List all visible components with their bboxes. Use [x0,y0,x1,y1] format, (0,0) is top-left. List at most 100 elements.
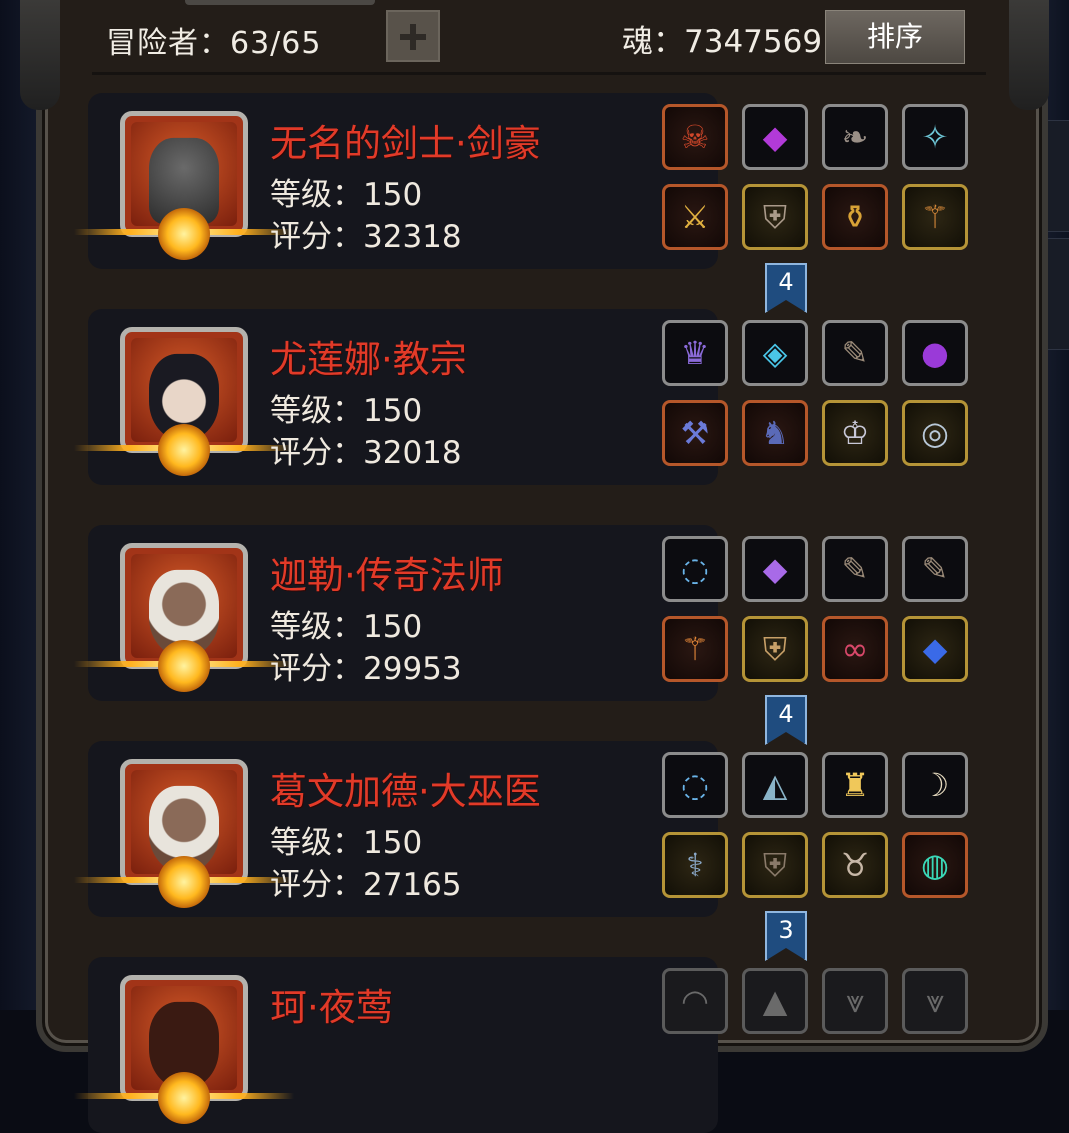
equipment-slot[interactable]: ✎ [902,536,968,602]
axe-icon: ⚒ [680,414,710,452]
equipment-slot[interactable]: ⚒ [662,400,728,466]
hero-name: 葛文加德·大巫医 [270,770,541,813]
equipment-slot[interactable]: ⛨ [742,184,808,250]
equipment-slot[interactable]: ⚱ [822,184,888,250]
star-rank-icon [158,424,210,476]
hero-portrait[interactable] [74,537,294,692]
equipment-slot[interactable]: ☠ [662,104,728,170]
equipment-slot[interactable]: ◌ [662,536,728,602]
hero-level: 等级：150 [270,177,423,213]
equipment-slot[interactable]: ☽ [902,752,968,818]
equipment-slot[interactable]: ◌ [662,752,728,818]
sword-icon: ⚔ [680,198,710,236]
hero-level: 等级：150 [270,609,423,645]
adventurer-count: 冒险者：63/65 [106,26,322,61]
equipment-slot[interactable]: ◍ [902,832,968,898]
equipment-grid: ◌ ◆ ✎ ✎ ⚚ ⛨ ∞ ◆ [662,536,972,686]
hero-portrait[interactable] [74,969,294,1124]
equipment-slot[interactable]: ◆ [742,536,808,602]
equipment-slot[interactable]: ♉ [822,832,888,898]
equipment-slot[interactable]: ⩔ [822,968,888,1034]
top-tab[interactable] [185,0,375,5]
dark-crown-icon: ♛ [680,334,710,372]
equipment-slot[interactable]: ♜ [822,752,888,818]
hero-card[interactable]: 葛文加德·大巫医等级：150 评分：27165 ◌ ◭ ♜ ☽ ⚕ ⛨ ♉ ◍ [74,741,968,917]
hero-score: 评分：32318 [270,219,462,255]
equipment-slot[interactable]: ∞ [822,616,888,682]
equipment-slot[interactable]: ✧ [902,104,968,170]
header-divider [92,72,986,75]
hero-level: 等级：150 [270,393,423,429]
hero-card[interactable]: 无名的剑士·剑豪 等级：150 评分：32318 ☠ ◆ ❧ ✧ ⚔ ⛨ ⚱ ⚚ [74,93,968,269]
bone-shard-icon: ✎ [841,550,869,588]
add-adventurer-button[interactable] [386,10,440,62]
equipment-slot[interactable]: ⛨ [742,832,808,898]
equipment-slot[interactable]: ⛨ [742,616,808,682]
serpent-staff-icon: ⚕ [686,846,704,884]
purple-orb-icon: ● [921,334,949,372]
soul-currency: 魂：7347569 [622,24,823,60]
equipment-slot[interactable]: ⚚ [902,184,968,250]
equipment-grid: ♛ ◈ ✎ ● ⚒ ♞ ♔ ◎ [662,320,972,470]
hero-score: 评分：32018 [270,435,462,471]
rock-icon: ◭ [762,766,788,804]
header-bar: 冒险者：63/65 魂：7347569 排序 [60,0,1010,72]
equipment-slot[interactable]: ❧ [822,104,888,170]
emerald-ring-icon: ◍ [921,846,949,884]
hero-card[interactable]: 迦勒·传奇法师等级：150 评分：29953 ◌ ◆ ✎ ✎ ⚚ ⛨ ∞ ◆ [74,525,968,701]
staff-icon: ⚚ [920,198,950,236]
silver-crown-icon: ♔ [840,414,870,452]
chest-armor-icon: ⛨ [762,630,788,668]
hero-portrait[interactable] [74,105,294,260]
potion-icon: ⚱ [841,198,869,236]
equipment-slot[interactable]: ✎ [822,536,888,602]
equipment-slot[interactable]: ● [902,320,968,386]
leather-armor-icon: ⛨ [762,846,788,884]
hero-level: 等级：150 [270,825,423,861]
lantern-icon: ♜ [840,766,870,804]
serpent-amulet-icon: ∞ [841,630,869,668]
empty-slot-icon: ◠ [681,982,709,1020]
empty-slot-icon: ▲ [762,982,788,1020]
equipment-slot[interactable]: ⚚ [662,616,728,682]
equipment-grid: ◠ ▲ ⩔ ⩔ [662,968,972,1118]
equipment-slot[interactable]: ♞ [742,400,808,466]
equipment-slot[interactable]: ◠ [662,968,728,1034]
amulet-icon: ✧ [921,118,949,156]
horn-icon: ☽ [920,766,950,804]
feather-icon: ❧ [841,118,869,156]
hero-score: 评分：27165 [270,867,462,903]
chest-armor-icon: ⛨ [762,198,788,236]
equipment-slot[interactable]: ◆ [902,616,968,682]
equipment-slot[interactable]: ⩔ [902,968,968,1034]
equipment-slot[interactable]: ▲ [742,968,808,1034]
equipment-slot[interactable]: ◆ [742,104,808,170]
equipment-slot[interactable]: ♛ [662,320,728,386]
purple-gem-icon: ◆ [762,550,788,588]
background-left [0,0,40,1010]
hero-card[interactable]: 尤莲娜·教宗 等级：150 评分：32018 ♛ ◈ ✎ ● ⚒ ♞ ♔ ◎ [74,309,968,485]
sort-button[interactable]: 排序 [825,10,965,64]
hero-card[interactable]: 珂·夜莺 ◠ ▲ ⩔ ⩔ [74,957,968,1133]
horned-charm-icon: ♉ [840,846,870,884]
hero-name: 迦勒·传奇法师 [270,554,504,597]
robe-icon: ♞ [760,414,790,452]
star-rank-icon [158,856,210,908]
equipment-slot[interactable]: ◈ [742,320,808,386]
blue-halo-icon: ◌ [681,766,709,804]
equipment-slot[interactable]: ⚔ [662,184,728,250]
bone-shard-icon: ✎ [841,334,869,372]
equipment-slot[interactable]: ⚕ [662,832,728,898]
sapphire-icon: ◆ [922,630,948,668]
demon-helm-icon: ☠ [680,118,710,156]
equipment-slot[interactable]: ◎ [902,400,968,466]
equipment-slot[interactable]: ✎ [822,320,888,386]
hero-portrait[interactable] [74,321,294,476]
equipment-grid: ☠ ◆ ❧ ✧ ⚔ ⛨ ⚱ ⚚ [662,104,972,254]
hero-portrait[interactable] [74,753,294,908]
hero-score: 评分：29953 [270,651,462,687]
equipment-slot[interactable]: ◭ [742,752,808,818]
frame-ornament-right [1009,0,1049,110]
equipment-slot[interactable]: ♔ [822,400,888,466]
equipment-grid: ◌ ◭ ♜ ☽ ⚕ ⛨ ♉ ◍ [662,752,972,902]
